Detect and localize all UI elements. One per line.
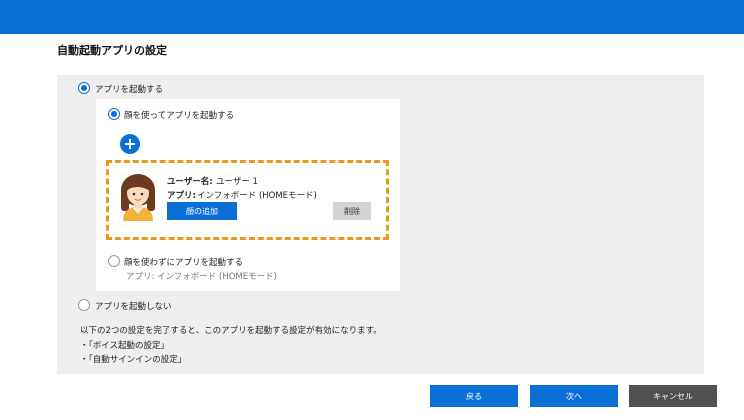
back-button[interactable]: 戻る bbox=[430, 385, 518, 407]
without-face-radio[interactable] bbox=[108, 255, 120, 267]
title-bar bbox=[0, 0, 744, 34]
next-button[interactable]: 次へ bbox=[530, 385, 618, 407]
without-face-app-line: アプリ: インフォボード (HOMEモード) bbox=[126, 272, 277, 282]
user-avatar-icon bbox=[121, 174, 155, 221]
notes-item-signin: ・「自動サインインの設定」 bbox=[80, 355, 187, 365]
launch-app-label[interactable]: アプリを起動する bbox=[95, 83, 163, 95]
add-user-button[interactable] bbox=[120, 134, 140, 154]
delete-button[interactable]: 削除 bbox=[333, 202, 371, 220]
no-launch-radio[interactable] bbox=[78, 299, 90, 311]
add-face-button[interactable]: 顔の追加 bbox=[167, 202, 237, 220]
user-app-value: インフォボード (HOMEモード) bbox=[197, 191, 317, 201]
no-launch-label[interactable]: アプリを起動しない bbox=[95, 300, 172, 312]
launch-app-radio[interactable] bbox=[78, 82, 90, 94]
user-name-value: ユーザー 1 bbox=[216, 177, 258, 187]
notes-intro: 以下の2つの設定を完了すると、このアプリを起動する設定が有効になります。 bbox=[80, 326, 382, 336]
with-face-label[interactable]: 顔を使ってアプリを起動する bbox=[124, 109, 234, 121]
notes-item-voice: ・「ボイス起動の設定」 bbox=[80, 341, 169, 351]
cancel-button[interactable]: キャンセル bbox=[629, 385, 717, 407]
user-name-label: ユーザー名: bbox=[167, 177, 213, 187]
user-app-label: アプリ: bbox=[167, 191, 196, 201]
page-title: 自動起動アプリの設定 bbox=[57, 44, 167, 57]
without-face-label[interactable]: 顔を使わずにアプリを起動する bbox=[124, 256, 243, 268]
with-face-radio[interactable] bbox=[108, 108, 120, 120]
